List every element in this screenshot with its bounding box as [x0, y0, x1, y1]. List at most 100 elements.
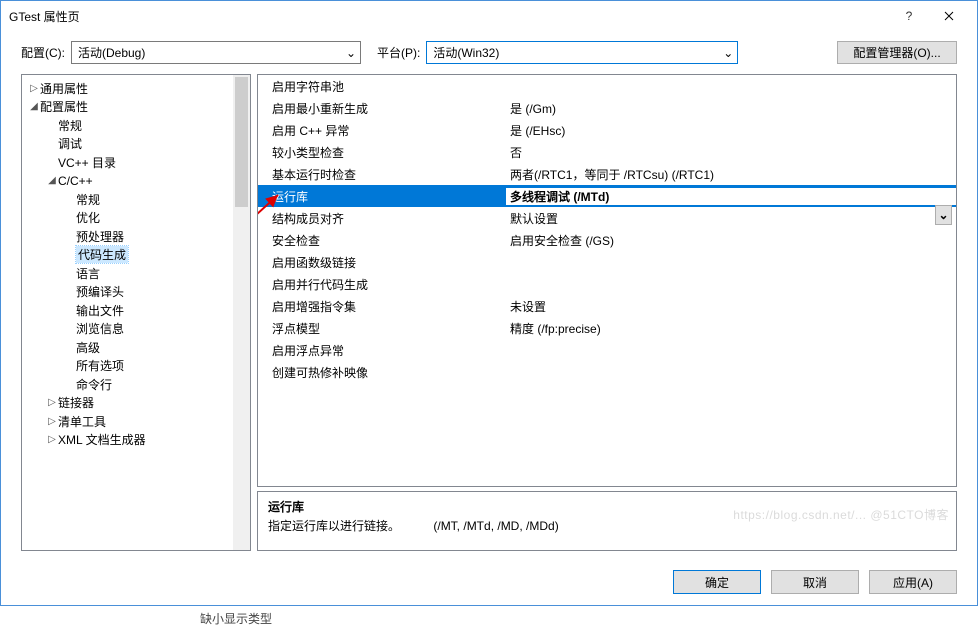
- close-button[interactable]: [929, 2, 969, 30]
- tree-item-label: C/C++: [58, 174, 93, 188]
- tree-item[interactable]: 所有选项: [22, 357, 233, 376]
- platform-label: 平台(P):: [377, 44, 420, 61]
- tree-item[interactable]: ▷链接器: [22, 394, 233, 413]
- tree-item[interactable]: 命令行: [22, 375, 233, 394]
- property-row[interactable]: 启用 C++ 异常是 (/EHsc): [258, 119, 956, 141]
- property-value[interactable]: 是 (/Gm): [506, 100, 956, 117]
- apply-button[interactable]: 应用(A): [869, 570, 957, 594]
- expand-toggle-icon[interactable]: ◢: [28, 101, 40, 112]
- right-panel: 启用字符串池启用最小重新生成是 (/Gm)启用 C++ 异常是 (/EHsc)较…: [257, 74, 957, 551]
- tree-panel: ▷通用属性◢配置属性常规调试VC++ 目录◢C/C++常规优化预处理器代码生成语…: [21, 74, 251, 551]
- value-dropdown-button[interactable]: ⌄: [935, 205, 952, 225]
- chevron-down-icon: ⌄: [938, 208, 948, 222]
- property-value[interactable]: 未设置: [506, 298, 956, 315]
- tree-scrollbar[interactable]: [233, 75, 250, 550]
- property-name: 启用增强指令集: [258, 298, 506, 315]
- config-combo[interactable]: 活动(Debug) ⌄: [71, 41, 361, 64]
- property-grid[interactable]: 启用字符串池启用最小重新生成是 (/Gm)启用 C++ 异常是 (/EHsc)较…: [257, 74, 957, 487]
- tree-item-label: 优化: [76, 209, 100, 226]
- tree-item[interactable]: 优化: [22, 209, 233, 228]
- property-row[interactable]: 启用字符串池: [258, 75, 956, 97]
- tree-item[interactable]: 语言: [22, 264, 233, 283]
- tree-item-label: 调试: [58, 135, 82, 152]
- tree-item[interactable]: 预编译头: [22, 283, 233, 302]
- property-name: 运行库: [258, 188, 506, 205]
- tree-item[interactable]: 预处理器: [22, 227, 233, 246]
- property-row[interactable]: 启用函数级链接: [258, 251, 956, 273]
- property-row[interactable]: 基本运行时检查两者(/RTC1，等同于 /RTCsu) (/RTC1): [258, 163, 956, 185]
- property-name: 启用 C++ 异常: [258, 122, 506, 139]
- tree-item-label: 通用属性: [40, 80, 88, 97]
- tree-item-label: 所有选项: [76, 357, 124, 374]
- property-row[interactable]: 启用并行代码生成: [258, 273, 956, 295]
- property-row[interactable]: 创建可热修补映像: [258, 361, 956, 383]
- property-value[interactable]: 是 (/EHsc): [506, 122, 956, 139]
- dialog-window: GTest 属性页 ? 配置(C): 活动(Debug) ⌄ 平台(P): 活动…: [0, 0, 978, 606]
- expand-toggle-icon[interactable]: ▷: [46, 416, 58, 427]
- tree-item[interactable]: 高级: [22, 338, 233, 357]
- property-row[interactable]: 启用最小重新生成是 (/Gm): [258, 97, 956, 119]
- ok-button[interactable]: 确定: [673, 570, 761, 594]
- tree-item-label: 预处理器: [76, 228, 124, 245]
- cancel-button[interactable]: 取消: [771, 570, 859, 594]
- tree-item[interactable]: VC++ 目录: [22, 153, 233, 172]
- chevron-down-icon: ⌄: [346, 46, 356, 60]
- property-name: 启用最小重新生成: [258, 100, 506, 117]
- tree-item-label: 命令行: [76, 376, 112, 393]
- tree-item[interactable]: ◢C/C++: [22, 172, 233, 191]
- expand-toggle-icon[interactable]: ▷: [28, 83, 40, 94]
- tree-item-label: 输出文件: [76, 302, 124, 319]
- category-tree[interactable]: ▷通用属性◢配置属性常规调试VC++ 目录◢C/C++常规优化预处理器代码生成语…: [22, 75, 233, 550]
- window-title: GTest 属性页: [9, 8, 889, 25]
- cutoff-text: 缺小显示类型: [0, 610, 978, 627]
- help-button[interactable]: ?: [889, 2, 929, 30]
- chevron-down-icon: ⌄: [723, 46, 733, 60]
- tree-item[interactable]: 输出文件: [22, 301, 233, 320]
- tree-item-label: 高级: [76, 339, 100, 356]
- config-label: 配置(C):: [21, 44, 65, 61]
- property-row[interactable]: 启用增强指令集未设置: [258, 295, 956, 317]
- content-area: ▷通用属性◢配置属性常规调试VC++ 目录◢C/C++常规优化预处理器代码生成语…: [1, 74, 977, 559]
- expand-toggle-icon[interactable]: ▷: [46, 397, 58, 408]
- platform-combo[interactable]: 活动(Win32) ⌄: [426, 41, 738, 64]
- tree-item-label: 代码生成: [76, 246, 128, 263]
- tree-item[interactable]: 调试: [22, 135, 233, 154]
- property-name: 浮点模型: [258, 320, 506, 337]
- property-row[interactable]: 运行库多线程调试 (/MTd)⌄: [258, 185, 956, 207]
- expand-toggle-icon[interactable]: ◢: [46, 175, 58, 186]
- tree-item-label: 常规: [76, 191, 100, 208]
- tree-item-label: 配置属性: [40, 98, 88, 115]
- property-name: 结构成员对齐: [258, 210, 506, 227]
- tree-item[interactable]: 浏览信息: [22, 320, 233, 339]
- property-value[interactable]: 精度 (/fp:precise): [506, 320, 956, 337]
- config-manager-button[interactable]: 配置管理器(O)...: [837, 41, 957, 64]
- close-icon: [944, 11, 954, 21]
- property-name: 较小类型检查: [258, 144, 506, 161]
- property-row[interactable]: 较小类型检查否: [258, 141, 956, 163]
- expand-toggle-icon[interactable]: ▷: [46, 434, 58, 445]
- tree-item-label: 预编译头: [76, 283, 124, 300]
- property-row[interactable]: 浮点模型精度 (/fp:precise): [258, 317, 956, 339]
- property-value[interactable]: 两者(/RTC1，等同于 /RTCsu) (/RTC1): [506, 166, 956, 183]
- property-row[interactable]: 启用浮点异常: [258, 339, 956, 361]
- tree-item[interactable]: 代码生成: [22, 246, 233, 265]
- property-row[interactable]: 结构成员对齐默认设置: [258, 207, 956, 229]
- property-value[interactable]: 启用安全检查 (/GS): [506, 232, 956, 249]
- tree-item[interactable]: 常规: [22, 116, 233, 135]
- tree-item[interactable]: 常规: [22, 190, 233, 209]
- tree-item[interactable]: ▷通用属性: [22, 79, 233, 98]
- platform-value: 活动(Win32): [433, 44, 499, 61]
- tree-item[interactable]: ▷XML 文档生成器: [22, 431, 233, 450]
- property-name: 启用并行代码生成: [258, 276, 506, 293]
- property-value[interactable]: 多线程调试 (/MTd)⌄: [506, 188, 956, 205]
- tree-item-label: XML 文档生成器: [58, 431, 146, 448]
- property-row[interactable]: 安全检查启用安全检查 (/GS): [258, 229, 956, 251]
- property-value[interactable]: 否: [506, 144, 956, 161]
- watermark-text: https://blog.csdn.net/... @51CTO博客: [733, 506, 949, 523]
- config-value: 活动(Debug): [78, 44, 145, 61]
- property-name: 创建可热修补映像: [258, 364, 506, 381]
- tree-item-label: 常规: [58, 117, 82, 134]
- tree-item[interactable]: ▷清单工具: [22, 412, 233, 431]
- tree-item[interactable]: ◢配置属性: [22, 98, 233, 117]
- property-value[interactable]: 默认设置: [506, 210, 956, 227]
